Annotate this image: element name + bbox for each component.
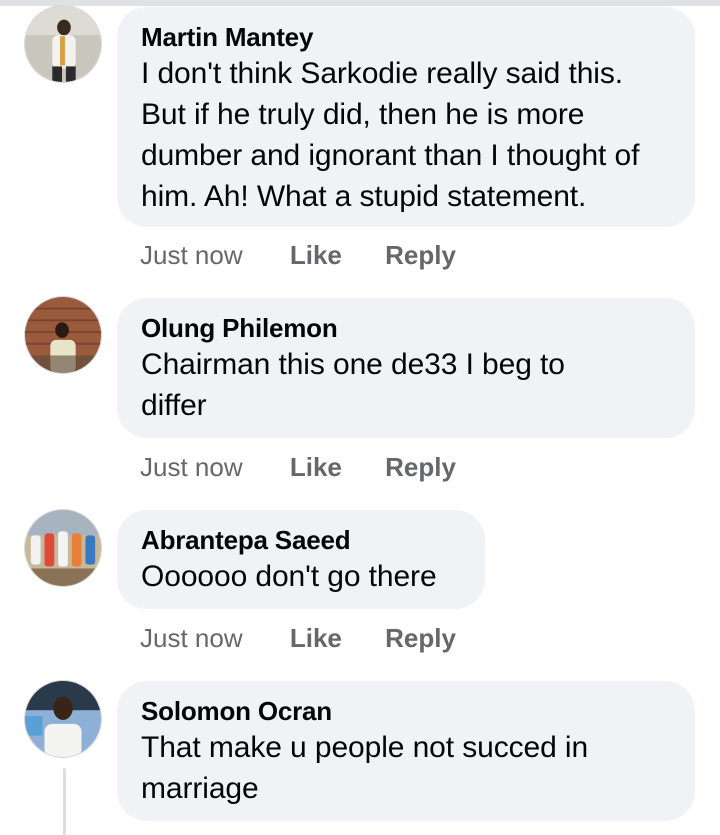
top-divider — [0, 0, 720, 6]
comment-bubble: Solomon Ocran That make u people not suc… — [117, 681, 695, 821]
reply-button[interactable]: Reply — [385, 452, 456, 482]
like-button[interactable]: Like — [290, 452, 342, 482]
comment-text: That make u people not succed in marriag… — [141, 731, 589, 805]
comment-author[interactable]: Martin Mantey — [141, 21, 671, 53]
comment-timestamp[interactable]: Just now — [140, 623, 243, 653]
comment-bubble: Martin Mantey I don't think Sarkodie rea… — [117, 7, 695, 227]
avatar[interactable] — [24, 509, 102, 587]
comment-text: Chairman this one de33 I beg to differ — [141, 348, 565, 422]
avatar[interactable] — [24, 680, 102, 758]
reply-thread-line — [63, 768, 66, 835]
comment-timestamp[interactable]: Just now — [140, 452, 243, 482]
comment-text: Oooooo don't go there — [141, 560, 437, 593]
avatar[interactable] — [24, 5, 102, 83]
avatar-photo — [25, 297, 101, 373]
comment-actions: Just now Like Reply — [140, 452, 492, 483]
avatar-photo — [25, 681, 101, 757]
avatar-photo — [25, 6, 101, 82]
reply-button[interactable]: Reply — [385, 623, 456, 653]
like-button[interactable]: Like — [290, 240, 342, 270]
comment-actions: Just now Like Reply — [140, 240, 492, 271]
like-button[interactable]: Like — [290, 623, 342, 653]
comment-timestamp[interactable]: Just now — [140, 240, 243, 270]
comment-text: I don't think Sarkodie really said this.… — [141, 57, 640, 213]
comment-actions: Just now Like Reply — [140, 623, 492, 654]
comment-bubble: Abrantepa Saeed Oooooo don't go there — [117, 510, 485, 609]
comment-bubble: Olung Philemon Chairman this one de33 I … — [117, 298, 695, 438]
avatar-photo — [25, 510, 101, 586]
comment-author[interactable]: Solomon Ocran — [141, 695, 671, 727]
comment-author[interactable]: Abrantepa Saeed — [141, 524, 461, 556]
avatar[interactable] — [24, 296, 102, 374]
reply-button[interactable]: Reply — [385, 240, 456, 270]
comment-author[interactable]: Olung Philemon — [141, 312, 671, 344]
